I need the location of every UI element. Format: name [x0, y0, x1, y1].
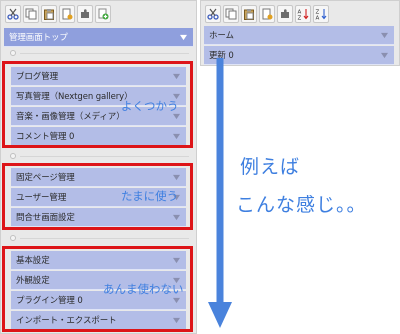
sort-az-icon[interactable]: AZ	[295, 5, 311, 23]
note-frequent: よくつかう	[121, 99, 179, 113]
separator-line	[20, 155, 189, 157]
separator-handle-icon[interactable]	[10, 50, 16, 56]
menu-separator[interactable]	[4, 151, 193, 161]
puzzle-icon[interactable]	[277, 5, 293, 23]
puzzle-icon[interactable]	[77, 5, 93, 23]
copy-icon[interactable]	[23, 5, 39, 23]
note-sometimes: たまに使う	[121, 189, 179, 203]
scissors-icon[interactable]	[205, 5, 221, 23]
menu-item-dashboard-top[interactable]: 管理画面トップ	[4, 28, 193, 47]
down-arrow-icon	[208, 58, 232, 328]
menu-separator[interactable]	[4, 48, 193, 58]
example-caption-line1: 例えば	[240, 156, 301, 178]
separator-handle-icon[interactable]	[10, 235, 16, 241]
svg-text:A: A	[316, 16, 320, 21]
new-item-icon[interactable]	[259, 5, 275, 23]
left-toolbar	[5, 5, 111, 25]
menu-item-label: ホーム	[209, 31, 234, 41]
note-rare: あんま使わない	[103, 282, 184, 296]
separator-line	[20, 52, 189, 54]
paste-icon[interactable]	[41, 5, 57, 23]
chevron-down-icon[interactable]	[380, 51, 388, 59]
plus-icon[interactable]	[95, 5, 111, 23]
chevron-down-icon[interactable]	[179, 33, 187, 41]
scissors-icon[interactable]	[5, 5, 21, 23]
right-menu-panel: AZ ZA ホーム 更新 0	[200, 0, 400, 66]
menu-item-label: 管理画面トップ	[9, 33, 68, 43]
svg-text:Z: Z	[298, 16, 302, 21]
separator-handle-icon[interactable]	[10, 153, 16, 159]
menu-item-home[interactable]: ホーム	[204, 26, 394, 45]
example-caption-line2: こんな感じ。。	[236, 194, 367, 216]
copy-icon[interactable]	[223, 5, 239, 23]
new-item-icon[interactable]	[59, 5, 75, 23]
separator-line	[20, 237, 189, 239]
chevron-down-icon[interactable]	[380, 31, 388, 39]
sort-za-icon[interactable]: ZA	[313, 5, 329, 23]
paste-icon[interactable]	[241, 5, 257, 23]
menu-separator[interactable]	[4, 233, 193, 243]
right-toolbar: AZ ZA	[205, 5, 329, 25]
